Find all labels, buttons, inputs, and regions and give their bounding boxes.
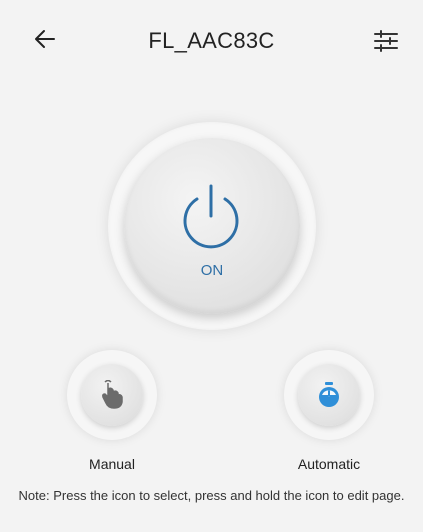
stopwatch-icon xyxy=(319,382,339,407)
manual-mode-inner xyxy=(81,364,143,426)
hand-pointer-icon xyxy=(102,380,123,409)
power-state-label: ON xyxy=(200,262,224,279)
automatic-mode-label: Automatic xyxy=(297,456,361,472)
automatic-mode-button[interactable] xyxy=(284,350,374,440)
device-title: FL_AAC83C xyxy=(148,28,275,53)
power-button[interactable]: ON xyxy=(124,138,300,314)
manual-mode-label: Manual xyxy=(89,456,135,472)
sliders-icon xyxy=(374,30,398,52)
manual-mode-button[interactable] xyxy=(67,350,157,440)
power-icon xyxy=(183,184,239,249)
settings-button[interactable] xyxy=(371,26,401,56)
top-bar: FL_AAC83C xyxy=(0,0,423,80)
power-button-ring: ON xyxy=(108,122,316,330)
automatic-mode-inner xyxy=(298,364,360,426)
help-note: Note: Press the icon to select, press an… xyxy=(18,488,405,503)
